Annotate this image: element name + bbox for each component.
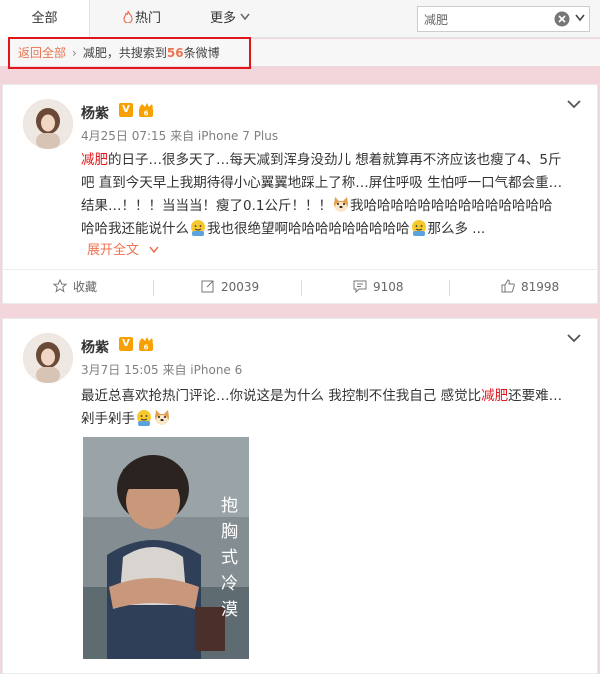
post-text-line: 剁手剁手 xyxy=(81,408,581,431)
tab-more[interactable]: 更多 xyxy=(200,0,260,38)
comment-count: 9108 xyxy=(373,280,404,294)
vip-crown-icon: 6 xyxy=(139,337,153,352)
keyword-highlight[interactable]: 减肥 xyxy=(481,388,508,404)
post-text-line: 减肥的日子…很多天了…每天减到浑身没劲儿 想着就算再不济应该也瘦了4、5斤 xyxy=(81,149,581,172)
smile-emoji-icon xyxy=(191,220,205,236)
expand-label: 展开全文 xyxy=(87,243,140,258)
post-text-segment: 还要难… xyxy=(508,388,563,404)
tab-hot-label: 热门 xyxy=(134,11,161,26)
tab-hot[interactable]: 热门 xyxy=(112,0,172,38)
post-text: 减肥的日子…很多天了…每天减到浑身没劲儿 想着就算再不济应该也瘦了4、5斤 吧 … xyxy=(81,149,581,241)
post-text-segment: 我也很绝望啊哈哈哈哈哈哈哈哈哈 xyxy=(207,221,410,237)
svg-text:6: 6 xyxy=(144,344,149,352)
post-text-segment: 最近总喜欢抢热门评论…你说这是为什么 我控制不住我自己 感觉比 xyxy=(81,388,482,404)
tab-all[interactable]: 全部 xyxy=(0,0,90,39)
repost-icon xyxy=(201,280,214,293)
result-suffix: 条微博 xyxy=(183,46,220,60)
post-text-segment: 结果…！！！当当当！瘦了0.1公斤！！！ xyxy=(81,198,332,214)
post-text-line: 吧 直到今天早上我期待得小心翼翼地踩上了称…屏住呼吸 生怕呼一口气都会重… xyxy=(81,175,563,191)
favorite-button[interactable]: 收藏 xyxy=(52,270,98,304)
back-to-all-link[interactable]: 返回全部 xyxy=(18,46,66,60)
weibo-post: 杨紫 V 6 3月7日 15:05 来自 iPhone 6 最近总喜欢抢热门评论… xyxy=(2,318,598,674)
username[interactable]: 杨紫 xyxy=(81,337,109,357)
like-count: 81998 xyxy=(521,280,560,294)
chevron-down-icon[interactable] xyxy=(575,13,585,23)
top-nav-bar: 全部 热门 更多 xyxy=(0,0,600,39)
post-menu-chevron-icon[interactable] xyxy=(567,333,581,343)
star-icon xyxy=(52,278,68,293)
post-meta: 3月7日 15:05 来自 iPhone 6 xyxy=(81,363,243,377)
verified-v-badge: V xyxy=(119,103,133,117)
post-text-line: 哈哈我还能说什么 我也很绝望啊哈哈哈哈哈哈哈哈哈 那么多 ... xyxy=(81,218,581,241)
divider xyxy=(449,280,450,296)
post-text-segment: 那么多 ... xyxy=(427,221,486,237)
result-count: 56 xyxy=(166,46,184,60)
tab-more-label: 更多 xyxy=(209,11,236,26)
chevron-down-icon xyxy=(240,13,250,21)
avatar[interactable] xyxy=(23,99,73,149)
chevron-right-icon: › xyxy=(72,46,77,60)
post-text-segment: 剁手剁手 xyxy=(81,411,135,427)
post-meta: 4月25日 07:15 来自 iPhone 7 Plus xyxy=(81,129,279,143)
post-image[interactable]: 抱胸式冷漠 xyxy=(83,437,249,659)
repost-button[interactable]: 20039 xyxy=(201,270,259,304)
search-input[interactable] xyxy=(424,10,544,28)
like-button[interactable]: 81998 xyxy=(501,270,559,304)
post-text-segment: 我哈哈哈哈哈哈哈哈哈哈哈哈哈哈 xyxy=(349,198,553,214)
post-menu-chevron-icon[interactable] xyxy=(567,99,581,109)
comment-button[interactable]: 9108 xyxy=(353,270,404,304)
vip-crown-icon: 6 xyxy=(139,103,153,118)
avatar[interactable] xyxy=(23,333,73,383)
photo-caption: 抱胸式冷漠 xyxy=(221,496,238,620)
search-box xyxy=(417,6,590,32)
smile-emoji-icon xyxy=(137,410,151,426)
verified-v-badge: V xyxy=(119,337,133,351)
doge-emoji-icon xyxy=(155,410,169,425)
repost-count: 20039 xyxy=(221,280,260,294)
fire-icon xyxy=(123,11,133,23)
post-action-bar: 收藏 20039 9108 81998 xyxy=(3,269,597,303)
doge-emoji-icon xyxy=(333,197,348,212)
tab-all-label: 全部 xyxy=(31,11,58,26)
result-summary: 返回全部 › 减肥，共搜索到56条微博 xyxy=(8,37,251,69)
chevron-down-icon xyxy=(149,246,159,254)
username[interactable]: 杨紫 xyxy=(81,103,109,123)
result-prefix: ，共搜索到 xyxy=(106,46,167,60)
post-text-segment: 的日子…很多天了…每天减到浑身没劲儿 想着就算再不济应该也瘦了4、5斤 xyxy=(108,152,562,168)
svg-text:6: 6 xyxy=(144,110,149,118)
comment-icon xyxy=(353,280,367,294)
post-text-segment: 哈哈我还能说什么 xyxy=(81,221,189,237)
smile-emoji-icon xyxy=(411,220,426,236)
post-text: 最近总喜欢抢热门评论…你说这是为什么 我控制不住我自己 感觉比减肥还要难… 剁手… xyxy=(81,385,581,431)
keyword-highlight[interactable]: 减肥 xyxy=(81,152,108,168)
expand-full-text-link[interactable]: 展开全文 xyxy=(87,239,159,258)
divider xyxy=(301,280,302,296)
favorite-label: 收藏 xyxy=(73,280,98,294)
post-text-line: 最近总喜欢抢热门评论…你说这是为什么 我控制不住我自己 感觉比减肥还要难… xyxy=(81,385,581,408)
weibo-post: 杨紫 V 6 4月25日 07:15 来自 iPhone 7 Plus 减肥的日… xyxy=(2,84,598,304)
divider xyxy=(153,280,154,296)
clear-search-icon[interactable] xyxy=(554,11,570,27)
search-result-bar: 返回全部 › 减肥，共搜索到56条微博 xyxy=(0,37,600,69)
search-keyword: 减肥 xyxy=(82,46,107,60)
thumbs-up-icon xyxy=(501,279,515,293)
post-text-line: 结果…！！！当当当！瘦了0.1公斤！！！ 我哈哈哈哈哈哈哈哈哈哈哈哈哈哈 xyxy=(81,195,581,218)
